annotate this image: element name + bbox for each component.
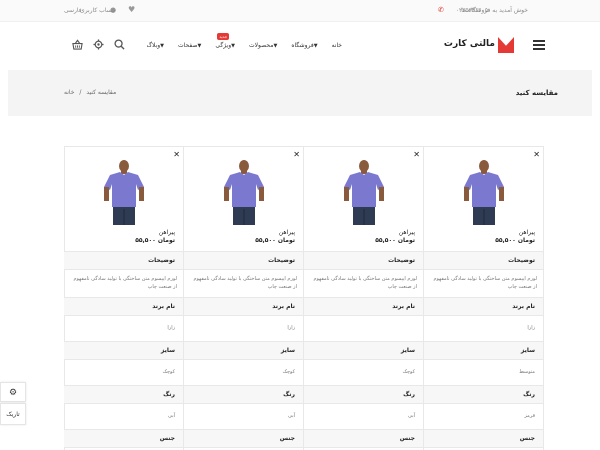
value-brand: زارا <box>64 315 183 341</box>
chevron-down-icon: ▼ <box>273 43 278 49</box>
gear-icon: ⚙ <box>8 388 18 398</box>
remove-product-close-icon[interactable]: ✕ <box>173 150 180 159</box>
label-brand: نام برند <box>64 297 183 315</box>
product-price: ۵۵,۵۰۰ تومان <box>495 237 535 244</box>
chevron-down-icon: ▼ <box>231 43 235 49</box>
compare-column: ✕ پیراهن ۵۵,۵۰۰ تومان توضیحات لورم ایپسوم م… <box>424 146 544 450</box>
value-desc: لورم ایپسوم متن ساختگی با تولید سادگی نا… <box>184 269 303 297</box>
value-size: کوچک <box>184 359 303 385</box>
product-image[interactable] <box>98 157 150 225</box>
value-color: آبی <box>304 403 423 429</box>
label-size: سایز <box>64 341 183 359</box>
chevron-down-icon: ▼ <box>160 43 165 49</box>
main-header: مالتی کارت خانه فروشگاه▼ محصولات▼ جدید وی… <box>0 22 600 70</box>
product-name[interactable]: پیراهن <box>519 229 535 236</box>
product-name[interactable]: پیراهن <box>279 229 295 236</box>
nav-item-pages[interactable]: صفحات▼ <box>178 42 203 49</box>
menu-icon[interactable] <box>533 40 545 50</box>
label-brand: نام برند <box>304 297 423 315</box>
heart-icon[interactable]: ♥ <box>128 5 135 14</box>
compare-column: ✕ پیراهن ۵۵,۵۰۰ تومان توضیحات لورم ایپسوم م… <box>184 146 304 450</box>
value-brand: زارا <box>184 315 303 341</box>
compare-column: ✕ پیراهن ۵۵,۵۰۰ تومان توضیحات لورم ایپسوم م… <box>304 146 424 450</box>
breadcrumb: مقایسه کنید / خانه <box>64 89 116 96</box>
label-brand: نام برند <box>184 297 303 315</box>
basket-icon[interactable] <box>71 39 83 51</box>
gear-icon[interactable] <box>92 39 104 51</box>
label-desc: توضیحات <box>184 251 303 269</box>
label-brand: نام برند <box>424 297 543 315</box>
breadcrumb-home[interactable]: خانه <box>64 89 74 96</box>
dark-mode-toggle[interactable]: تاریک <box>0 403 26 425</box>
label-size: سایز <box>184 341 303 359</box>
value-size: متوسط <box>424 359 543 385</box>
phone-icon: ✆ <box>438 6 444 14</box>
remove-product-close-icon[interactable]: ✕ <box>293 150 300 159</box>
label-color: رنگ <box>184 385 303 403</box>
logo-text: مالتی کارت <box>443 39 495 49</box>
label-desc: توضیحات <box>64 251 183 269</box>
value-size: کوچک <box>304 359 423 385</box>
new-badge: جدید <box>217 33 230 40</box>
value-desc: لورم ایپسوم متن ساختگی با تولید سادگی نا… <box>64 269 183 297</box>
nav-item-features[interactable]: جدید ویژگی▼ <box>215 33 237 49</box>
chevron-down-icon: ▼ <box>313 43 318 49</box>
breadcrumb-bar: مقایسه کنید مقایسه کنید / خانه <box>8 70 592 116</box>
nav-item-products[interactable]: محصولات▼ <box>249 42 279 49</box>
value-desc: لورم ایپسوم متن ساختگی با تولید سادگی نا… <box>304 269 423 297</box>
language-selector[interactable]: فارسی <box>64 7 82 14</box>
label-gender: جنس <box>64 429 183 447</box>
product-price: ۵۵,۵۰۰ تومان <box>375 237 415 244</box>
product-image[interactable] <box>338 157 390 225</box>
value-brand: زارا <box>424 315 543 341</box>
phone-number[interactable]: ۰۲۳۵۳۴۶۶۰۵ <box>456 7 488 14</box>
nav-item-shop[interactable]: فروشگاه▼ <box>291 42 319 49</box>
product-name[interactable]: پیراهن <box>399 229 415 236</box>
logo-mark-icon <box>498 37 514 53</box>
label-desc: توضیحات <box>304 251 423 269</box>
chevron-down-icon: ▼ <box>197 43 202 49</box>
value-desc: لورم ایپسوم متن ساختگی با تولید سادگی نا… <box>424 269 543 297</box>
label-desc: توضیحات <box>424 251 543 269</box>
breadcrumb-current: مقایسه کنید <box>86 89 117 96</box>
nav-item-home[interactable]: خانه <box>332 42 342 49</box>
label-color: رنگ <box>304 385 423 403</box>
value-color: آبی <box>184 403 303 429</box>
page-title: مقایسه کنید <box>515 89 558 97</box>
compare-column: ✕ پیراهن ۵۵,۵۰۰ تومان توضیحات لورم ایپسوم م… <box>64 146 184 450</box>
value-color: قرمز <box>424 403 543 429</box>
product-name[interactable]: پیراهن <box>159 229 175 236</box>
logo[interactable]: مالتی کارت <box>444 37 514 55</box>
product-price: ۵۵,۵۰۰ تومان <box>255 237 295 244</box>
dark-mode-label: تاریک <box>6 411 20 418</box>
account-link[interactable]: حساب کاربری <box>80 7 116 14</box>
product-image[interactable] <box>218 157 270 225</box>
label-color: رنگ <box>424 385 543 403</box>
label-gender: جنس <box>184 429 303 447</box>
label-gender: جنس <box>424 429 543 447</box>
product-price: ۵۵,۵۰۰ تومان <box>135 237 175 244</box>
breadcrumb-separator: / <box>79 89 82 96</box>
label-size: سایز <box>424 341 543 359</box>
nav-item-blog[interactable]: وبلاگ▼ <box>147 42 166 49</box>
label-size: سایز <box>304 341 423 359</box>
settings-widget[interactable]: ⚙ <box>0 382 26 402</box>
value-size: کوچک <box>64 359 183 385</box>
remove-product-close-icon[interactable]: ✕ <box>533 150 540 159</box>
product-image[interactable] <box>458 157 510 225</box>
remove-product-close-icon[interactable]: ✕ <box>413 150 420 159</box>
compare-table: ✕ پیراهن ۵۵,۵۰۰ تومان توضیحات لورم ایپسوم م… <box>64 146 544 450</box>
value-color: آبی <box>64 403 183 429</box>
label-color: رنگ <box>64 385 183 403</box>
top-bar: خوش آمدید به فروشگاه ما ۰۲۳۵۳۴۶۶۰۵ ✆ ♥ ●… <box>0 0 600 22</box>
value-brand <box>304 315 423 341</box>
label-gender: جنس <box>304 429 423 447</box>
search-icon[interactable] <box>113 39 125 51</box>
main-nav: خانه فروشگاه▼ محصولات▼ جدید ویژگی▼ صفحات▼… <box>147 33 342 49</box>
